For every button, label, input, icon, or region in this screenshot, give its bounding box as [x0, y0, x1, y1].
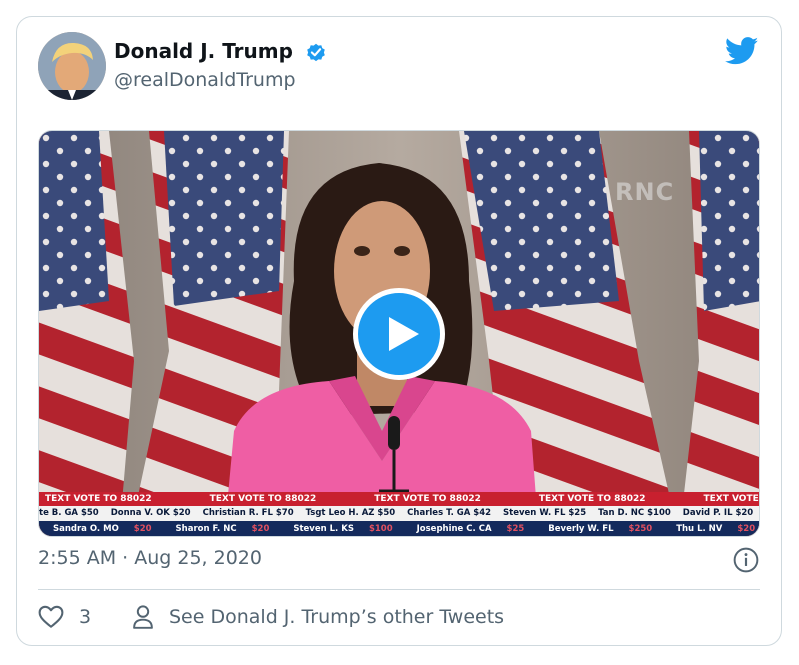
ticker-donor-name: Josephine C. CA	[416, 524, 492, 534]
ticker-text-vote: TEXT VOTE TO 88022 TEXT VOTE TO 88022 TEXT…	[39, 492, 759, 506]
ticker-donor-item: Steven L. KS $100	[293, 521, 404, 536]
ticker-donors-navy: Sandra O. MO $20 Sharon F. NC $20 Steven L. …	[39, 521, 759, 536]
author-handle[interactable]: @realDonaldTrump	[114, 69, 296, 91]
twitter-bird-icon[interactable]	[725, 37, 759, 65]
person-icon	[133, 605, 153, 629]
ticker-donor-item: Beverly W. FL $250	[548, 521, 664, 536]
ticker-donor-item: Charles T. GA $42	[407, 508, 492, 518]
play-icon	[389, 317, 419, 351]
ticker-donor-amount: $250	[628, 524, 653, 534]
ticker-donor-amount: $20	[133, 524, 152, 534]
ticker-vote-item: TEXT VOTE TO 88022	[703, 494, 760, 504]
like-count[interactable]: 3	[79, 606, 91, 628]
divider	[38, 589, 760, 590]
avatar[interactable]	[38, 32, 106, 100]
play-button[interactable]	[353, 288, 445, 380]
ticker-donor-name: Beverly W. FL	[548, 524, 614, 534]
ticker-donors: te B. GA $50 Donna V. OK $20 Christian R. …	[39, 506, 759, 521]
video-player[interactable]: RNC TEXT VOTE TO 88022 TEXT VOTE TO 88022…	[38, 130, 760, 537]
ticker-donor-item: Tan D. NC $100	[598, 508, 671, 518]
ticker-donor-item: Thu L. NV $20	[676, 521, 759, 536]
ticker-vote-item: TEXT VOTE TO 88022	[374, 494, 481, 504]
ticker-donor-item: te B. GA $50	[39, 508, 99, 518]
ticker-donor-item: Tsgt Leo H. AZ $50	[305, 508, 396, 518]
ticker-donor-name: Steven L. KS	[293, 524, 354, 534]
ticker-donor-item: Sandra O. MO $20	[53, 521, 164, 536]
verified-badge-icon	[307, 43, 325, 62]
tweet-timestamp[interactable]: 2:55 AM · Aug 25, 2020	[38, 547, 262, 569]
tweet-card: Donald J. Trump @realDonaldTrump RNC TEX…	[16, 16, 782, 646]
heart-icon[interactable]	[38, 605, 64, 629]
author-name[interactable]: Donald J. Trump	[114, 39, 293, 63]
ticker-vote-item: TEXT VOTE TO 88022	[538, 494, 646, 504]
ticker-donor-name: Thu L. NV	[676, 524, 723, 534]
see-other-tweets-link[interactable]: See Donald J. Trump’s other Tweets	[169, 606, 504, 628]
ticker-donor-name: Sandra O. MO	[53, 524, 119, 534]
ticker-donor-item: Josephine C. CA $25	[416, 521, 537, 536]
ticker-donor-item: Sharon F. NC $20	[175, 521, 282, 536]
ticker-donor-amount: $100	[368, 524, 393, 534]
info-icon[interactable]	[733, 547, 759, 573]
ticker-donor-amount: $25	[506, 524, 525, 534]
ticker-vote-item: TEXT VOTE TO 88022	[45, 494, 152, 504]
ticker-donor-item: Christian R. FL $70	[202, 508, 294, 518]
ticker-donor-item: David P. IL $20	[682, 508, 754, 518]
ticker-donor-item: Steven W. FL $25	[503, 508, 587, 518]
rnc-watermark: RNC	[615, 178, 675, 206]
ticker-donor-item: Donna V. OK $20	[110, 508, 191, 518]
ticker-donor-amount: $20	[737, 524, 756, 534]
ticker-donor-amount: $20	[251, 524, 270, 534]
ticker-vote-item: TEXT VOTE TO 88022	[209, 494, 317, 504]
ticker-donor-name: Sharon F. NC	[175, 524, 237, 534]
